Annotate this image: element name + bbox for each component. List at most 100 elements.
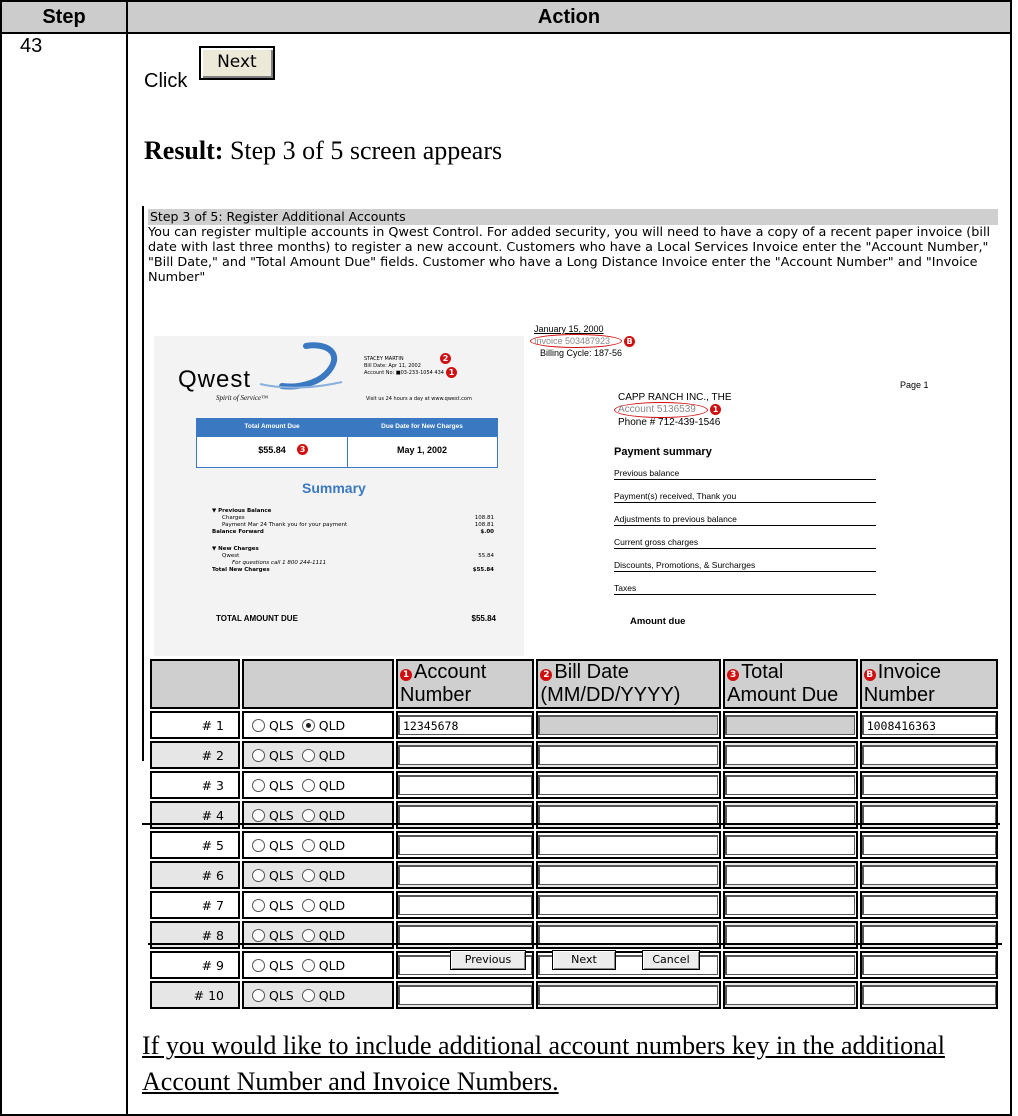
- payment-summary-row: Adjustments to previous balance: [614, 514, 876, 526]
- qld-radio[interactable]: [301, 868, 315, 882]
- charges-label: Charges: [222, 515, 245, 521]
- qls-radio[interactable]: [252, 988, 265, 1002]
- summary-title: Summary: [302, 480, 366, 496]
- account-number-field[interactable]: [398, 775, 532, 795]
- invoice-number-field[interactable]: [861, 895, 996, 915]
- account-number-field[interactable]: [398, 865, 532, 885]
- total-amount-due-field[interactable]: [725, 775, 856, 795]
- invoice-number-header-label: Invoice Number: [863, 661, 942, 706]
- total-amount-due-field[interactable]: [725, 895, 856, 915]
- next-button-image[interactable]: Next: [198, 46, 275, 80]
- qls-radio[interactable]: [252, 868, 265, 882]
- qls-radio[interactable]: [252, 958, 265, 972]
- bill-date-field[interactable]: [538, 745, 719, 765]
- account-number-field[interactable]: [398, 895, 532, 915]
- invoice-type-cell: QLS QLD: [242, 741, 394, 769]
- payment-summary-row: Current gross charges: [614, 537, 876, 549]
- account-number-field[interactable]: [398, 805, 532, 825]
- qld-label: QLD: [318, 777, 346, 793]
- account-number-field[interactable]: [398, 745, 532, 765]
- qld-radio[interactable]: [301, 718, 315, 732]
- row-number: # 10: [150, 981, 240, 1009]
- qld-radio[interactable]: [301, 958, 315, 972]
- bill-date-field[interactable]: [538, 895, 719, 915]
- bill-date-header-label: Bill Date (MM/DD/YYYY): [540, 661, 681, 706]
- qls-radio[interactable]: [252, 778, 265, 792]
- bill-date-field[interactable]: [538, 715, 719, 735]
- qld-radio[interactable]: [301, 838, 315, 852]
- total-amount-due-cell: [723, 891, 858, 919]
- total-amount-due-field[interactable]: [725, 925, 856, 945]
- bill-date-cell: [536, 741, 722, 769]
- qls-radio[interactable]: [252, 748, 265, 762]
- bill-date-cell: [536, 981, 722, 1009]
- qld-radio[interactable]: [301, 898, 315, 912]
- invoice-number-field[interactable]: [861, 985, 996, 1005]
- qld-label: QLD: [318, 867, 346, 883]
- bill-date-field[interactable]: [538, 985, 719, 1005]
- amount-due-box: Total Amount Due Due Date for New Charge…: [196, 418, 498, 468]
- bill-date-field[interactable]: [538, 775, 719, 795]
- next-button[interactable]: Next: [552, 950, 616, 970]
- invoice-number-field[interactable]: 1008416363: [861, 715, 996, 735]
- total-amount-due-field[interactable]: [725, 835, 856, 855]
- qls-label: QLS: [269, 927, 294, 943]
- result-text: Step 3 of 5 screen appears: [229, 136, 503, 165]
- total-amount-due-field[interactable]: [725, 805, 856, 825]
- previous-balance-heading: ▼ Previous Balance: [212, 508, 272, 514]
- row-number: # 7: [150, 891, 240, 919]
- step-cell: 43: [0, 32, 128, 1116]
- bill-date-field[interactable]: [538, 865, 719, 885]
- qls-radio[interactable]: [252, 838, 265, 852]
- total-amount-due-value: $55.84: [258, 445, 286, 455]
- invoice-number-field[interactable]: [861, 955, 996, 975]
- bill-date-cell: [536, 711, 722, 739]
- bill-date-field[interactable]: [538, 835, 719, 855]
- total-amount-due-field[interactable]: [725, 715, 856, 735]
- qls-radio[interactable]: [252, 808, 265, 822]
- total-amount-due-field[interactable]: [725, 955, 856, 975]
- total-amount-due-field[interactable]: [725, 865, 856, 885]
- total-amount-due-field[interactable]: [725, 745, 856, 765]
- invoice-number-field[interactable]: [861, 745, 996, 765]
- table-row: # 10 QLS QLD: [150, 981, 998, 1009]
- qld-radio[interactable]: [301, 988, 315, 1002]
- cancel-button[interactable]: Cancel: [642, 950, 700, 970]
- qls-radio[interactable]: [252, 718, 265, 732]
- invoice-number-field[interactable]: [861, 805, 996, 825]
- account-number-field[interactable]: 12345678: [398, 715, 532, 735]
- invoice-number-field[interactable]: [861, 835, 996, 855]
- invoice-type-cell: QLS QLD: [242, 831, 394, 859]
- qld-radio[interactable]: [301, 748, 315, 762]
- total-amount-due-field[interactable]: [725, 985, 856, 1005]
- balance-forward-amount: $.00: [480, 529, 494, 535]
- qld-radio[interactable]: [301, 778, 315, 792]
- qls-label: QLS: [269, 837, 294, 853]
- bill-date: Bill Date: Apr 11, 2002: [364, 363, 421, 369]
- screen-intro: You can register multiple accounts in Qw…: [148, 225, 991, 285]
- qld-radio[interactable]: [301, 928, 315, 942]
- qld-label: QLD: [318, 807, 346, 823]
- qld-radio[interactable]: [301, 808, 315, 822]
- payment-summary-title: Payment summary: [614, 446, 712, 458]
- qls-radio[interactable]: [252, 928, 265, 942]
- previous-button[interactable]: Previous: [450, 950, 526, 970]
- bill-date-field[interactable]: [538, 925, 719, 945]
- account-number-field[interactable]: [398, 985, 532, 1005]
- invoice-number-field[interactable]: [861, 775, 996, 795]
- qwest-bill-sample: Qwest Spirit of Service™ STACEY MARTIN B…: [154, 336, 524, 656]
- result-line: Result: Step 3 of 5 screen appears: [144, 136, 502, 166]
- account-number-field[interactable]: [398, 925, 532, 945]
- screen-title: Step 3 of 5: Register Additional Account…: [148, 209, 998, 225]
- total-amount-due-cell: [723, 771, 858, 799]
- account-number-field[interactable]: [398, 835, 532, 855]
- account-number-cell: [396, 861, 535, 889]
- invoice-page: Page 1: [900, 380, 929, 390]
- invoice-number-field[interactable]: [861, 925, 996, 945]
- invoice-number-header: B Invoice Number: [859, 659, 998, 709]
- click-instruction: Click Next: [144, 46, 275, 92]
- invoice-number-field[interactable]: [861, 865, 996, 885]
- bill-date-field[interactable]: [538, 805, 719, 825]
- bill-account-no: Account No: ■03-233-1054 434: [364, 370, 444, 376]
- qls-radio[interactable]: [252, 898, 265, 912]
